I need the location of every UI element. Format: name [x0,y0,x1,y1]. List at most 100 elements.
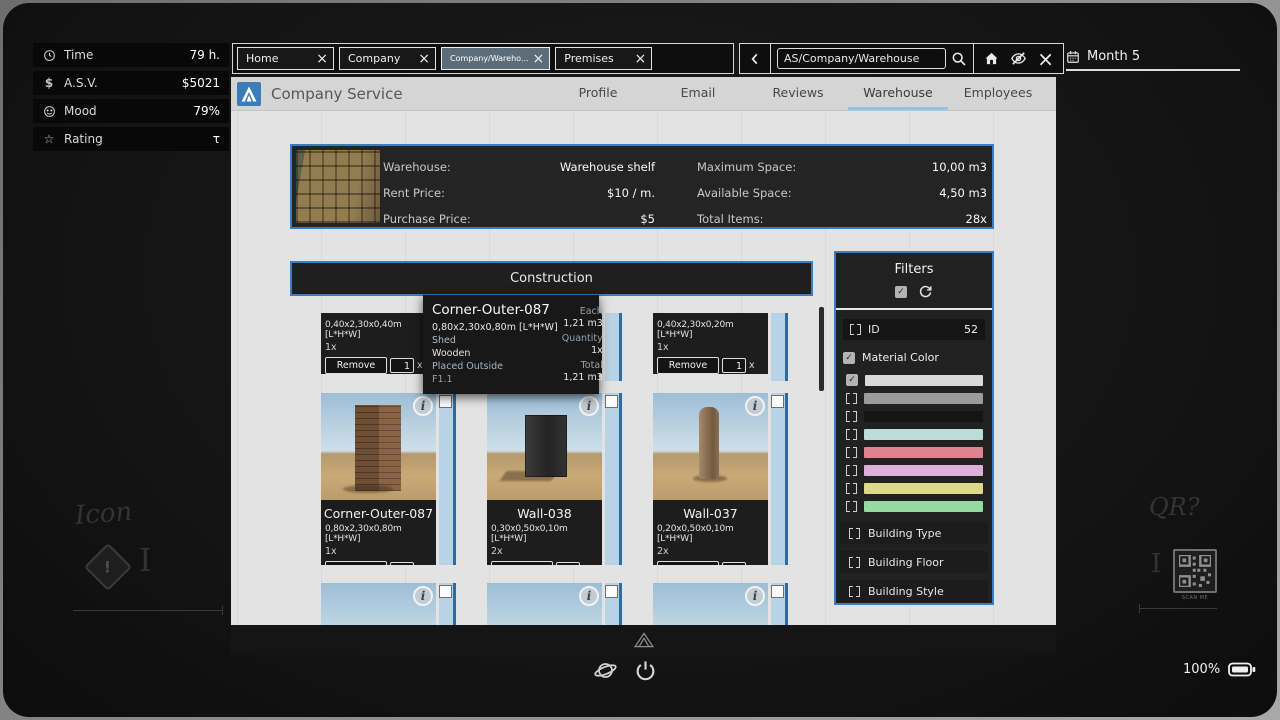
quantity-suffix: x [417,360,423,371]
item-card-partial: i [321,583,436,625]
building-floor-checkbox[interactable] [849,557,860,568]
quantity-suffix: x [417,564,423,565]
card-select-strip [771,313,788,381]
scan-me-label: SCAN ME [1171,595,1219,601]
info-icon[interactable]: i [413,396,433,416]
nav-reviews[interactable]: Reviews [748,77,848,110]
tab-close-icon[interactable]: × [414,52,430,66]
swatch-checkbox[interactable] [846,411,857,422]
info-value: 10,00 m3 [932,154,987,180]
stat-value: 79% [193,104,220,118]
search-icon[interactable] [951,51,967,67]
card-checkbox[interactable] [771,395,784,408]
warehouse-info-panel: Warehouse:Warehouse shelfRent Price:$10 … [290,144,994,229]
info-row: Available Space:4,50 m3 [697,180,987,206]
card-checkbox[interactable] [605,585,618,598]
tab-close-icon[interactable]: × [312,52,328,66]
card-checkbox[interactable] [439,395,452,408]
filter-material-row[interactable]: ✓ Material Color [843,351,985,364]
warning-diamond-icon: ! [84,543,132,591]
building-style-checkbox[interactable] [849,586,860,597]
material-checkbox[interactable]: ✓ [843,352,855,364]
info-icon[interactable]: i [413,586,433,606]
filter-building-type[interactable]: Building Type [840,522,988,544]
item-card-partial: 0,40x2,30x0,40m [L*H*W]1xRemove1x [321,313,436,374]
info-icon[interactable]: i [579,396,599,416]
info-icon[interactable]: i [745,396,765,416]
list-scrollbar[interactable] [819,307,824,391]
color-swatch [865,375,983,386]
quantity-input[interactable]: 1 [390,562,414,565]
card-image: i [321,393,436,500]
filter-building-style[interactable]: Building Style [840,580,988,602]
back-button[interactable] [740,44,770,73]
quantity-input[interactable]: 1 [722,562,746,565]
filter-id-row[interactable]: ID 52 [843,319,985,340]
eye-off-button[interactable] [1009,50,1028,67]
quantity-suffix: x [749,360,755,371]
card-checkbox[interactable] [771,585,784,598]
id-checkbox[interactable] [850,324,861,335]
swatch-checkbox[interactable] [846,393,857,404]
swatch-checkbox[interactable] [846,429,857,440]
browser-tab-bar: Home×Company×Company/Wareho...×Premises× [232,43,734,74]
tooltip-stat-value: 1x [562,345,603,357]
id-label: ID [868,323,880,336]
stat-rating: ☆Ratingτ [33,127,229,151]
info-label: Maximum Space: [697,154,796,180]
quantity-input[interactable]: 1 [556,562,580,565]
swatch-row [836,479,992,497]
remove-button[interactable]: Remove [491,561,553,565]
construction-section-header: Construction [290,261,813,296]
tab-close-icon[interactable]: × [529,52,545,66]
card-checkbox[interactable] [605,395,618,408]
remove-button[interactable]: Remove [657,561,719,565]
browser-tab-company[interactable]: Company× [339,47,436,70]
nav-profile[interactable]: Profile [548,77,648,110]
stat-time: Time79 h. [33,43,229,67]
browser-tab-premises[interactable]: Premises× [555,47,652,70]
tooltip-stat-label: Quantity [562,333,603,345]
tooltip-line: F1.1 [432,373,558,386]
tab-label: Company/Wareho... [450,54,529,63]
nav-warehouse[interactable]: Warehouse [848,77,948,110]
id-value: 52 [964,323,978,336]
decor-line-left [73,610,223,611]
swatch-checkbox[interactable] [846,483,857,494]
browser-tab-company-wareho[interactable]: Company/Wareho...× [441,47,550,70]
swatch-checkbox[interactable] [846,501,857,512]
info-icon[interactable]: i [579,586,599,606]
remove-button[interactable]: Remove [657,357,719,374]
swatch-row: ✓ [836,371,992,389]
refresh-icon[interactable] [918,284,933,299]
swatch-row [836,389,992,407]
swatch-checkbox[interactable] [846,447,857,458]
filter-building-floor[interactable]: Building Floor [840,551,988,573]
quantity-suffix: x [583,564,589,565]
item-card-corner-outer-087: iCorner-Outer-0870,80x2,30x0,80m [L*H*W]… [321,393,436,565]
remove-button[interactable]: Remove [325,357,387,374]
tab-close-icon[interactable]: × [631,52,647,66]
nav-employees[interactable]: Employees [948,77,1048,110]
home-button[interactable] [983,50,1000,67]
url-input[interactable]: AS/Company/Warehouse [777,48,946,69]
swatch-checkbox[interactable] [846,465,857,476]
nav-email[interactable]: Email [648,77,748,110]
browser-tab-home[interactable]: Home× [237,47,334,70]
planet-icon[interactable] [593,658,618,683]
battery-icon [1228,662,1256,677]
remove-button[interactable]: Remove [325,561,387,565]
quantity-input[interactable]: 1 [722,358,746,373]
power-icon[interactable] [634,659,657,682]
building-type-checkbox[interactable] [849,528,860,539]
calendar-icon [1066,50,1080,64]
filters-enable-checkbox[interactable]: ✓ [895,286,907,298]
card-checkbox[interactable] [439,585,452,598]
quantity-input[interactable]: 1 [390,358,414,373]
info-icon[interactable]: i [745,586,765,606]
swatch-row [836,443,992,461]
swatch-checkbox[interactable]: ✓ [846,374,858,386]
info-label: Available Space: [697,180,792,206]
site-nav: ProfileEmailReviewsWarehouseEmployees [548,77,1048,110]
close-browser-button[interactable]: × [1037,49,1054,69]
